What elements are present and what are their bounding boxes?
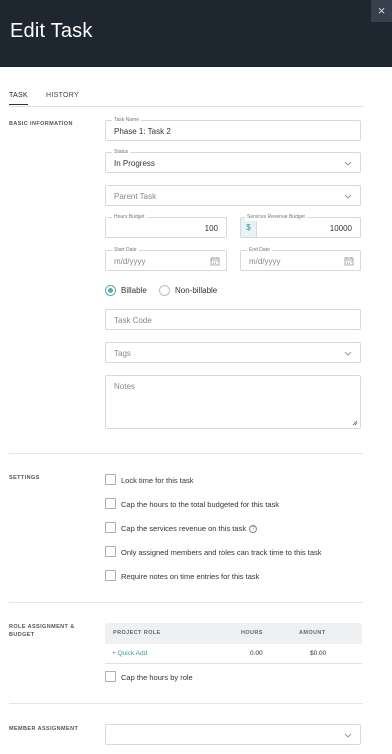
tab-bar: TASK HISTORY <box>9 92 363 107</box>
lock-time-checkbox[interactable] <box>105 474 116 485</box>
start-date-field[interactable]: Start Date m/d/yyyy <box>105 247 227 271</box>
chevron-down-icon <box>344 351 352 356</box>
close-icon[interactable]: × <box>378 3 386 18</box>
revenue-budget-label: Services Revenue Budget <box>245 214 307 221</box>
member-assignment-select[interactable] <box>105 724 361 745</box>
cap-hours-by-role-checkbox[interactable] <box>105 671 116 682</box>
col-amount: AMOUNT <box>299 630 326 636</box>
notes-placeholder: Notes <box>114 382 135 391</box>
assigned-only-label[interactable]: Only assigned members and roles can trac… <box>121 548 322 557</box>
revenue-budget-value[interactable]: 10000 <box>330 224 352 233</box>
start-date-placeholder: m/d/yyyy <box>114 257 146 266</box>
modal-header: Edit Task × <box>0 0 392 67</box>
calendar-icon[interactable] <box>210 256 220 266</box>
cap-hours-by-role-label[interactable]: Cap the hours by role <box>121 673 193 682</box>
status-select[interactable]: Status In Progress <box>105 149 361 173</box>
section-role-assignment: ROLE ASSIGNMENT & BUDGET <box>9 624 75 638</box>
divider <box>9 602 363 603</box>
status-value: In Progress <box>114 159 155 168</box>
cap-revenue-checkbox[interactable] <box>105 522 116 533</box>
calendar-icon[interactable] <box>344 256 354 266</box>
divider <box>9 703 363 704</box>
task-code-input[interactable]: Task Code <box>105 309 361 330</box>
page-title: Edit Task <box>10 20 93 42</box>
section-basic-information: BASIC INFORMATION <box>9 121 73 127</box>
tags-placeholder: Tags <box>114 349 131 358</box>
row-hours: 0.00 <box>250 650 263 657</box>
task-name-field[interactable]: Task Name Phase 1: Task 2 <box>105 117 361 141</box>
task-name-label: Task Name <box>112 117 142 124</box>
section-settings: SETTINGS <box>9 475 40 481</box>
close-button[interactable]: × <box>371 0 392 22</box>
status-label: Status <box>112 149 131 156</box>
tab-task[interactable]: TASK <box>9 92 28 105</box>
cap-hours-label[interactable]: Cap the hours to the total budgeted for … <box>121 500 279 509</box>
row-amount: $0.00 <box>310 650 327 657</box>
quick-add-link[interactable]: + Quick Add <box>112 650 147 657</box>
end-date-field[interactable]: End Date m/d/yyyy <box>240 247 361 271</box>
revenue-budget-field[interactable]: $ Services Revenue Budget 10000 <box>240 214 361 238</box>
notes-textarea[interactable]: Notes <box>105 375 361 429</box>
table-row: + Quick Add 0.00 $0.00 <box>105 645 362 664</box>
cap-revenue-label[interactable]: Cap the services revenue on this task <box>121 524 246 533</box>
col-hours: HOURS <box>241 630 263 636</box>
resize-handle-icon[interactable] <box>352 420 358 426</box>
divider <box>9 453 363 454</box>
chevron-down-icon <box>344 194 352 199</box>
task-name-value[interactable]: Phase 1: Task 2 <box>114 127 171 136</box>
hours-budget-value[interactable]: 100 <box>205 224 218 233</box>
non-billable-radio[interactable] <box>159 285 170 296</box>
end-date-placeholder: m/d/yyyy <box>249 257 281 266</box>
end-date-label: End Date <box>247 247 272 254</box>
assigned-only-checkbox[interactable] <box>105 546 116 557</box>
cap-revenue-text[interactable]: Cap the services revenue on this task? <box>121 524 258 534</box>
parent-task-select[interactable]: Parent Task <box>105 185 361 206</box>
hours-budget-label: Hours Budget <box>112 214 147 221</box>
tab-history[interactable]: HISTORY <box>46 92 79 99</box>
billable-label[interactable]: Billable <box>121 286 147 295</box>
task-code-placeholder: Task Code <box>114 316 152 325</box>
require-notes-label[interactable]: Require notes on time entries for this t… <box>121 572 259 581</box>
col-project-role: PROJECT ROLE <box>113 630 161 636</box>
billable-radio[interactable] <box>105 285 116 296</box>
chevron-down-icon <box>344 161 352 166</box>
parent-task-placeholder: Parent Task <box>114 192 157 201</box>
help-icon[interactable]: ? <box>249 525 258 534</box>
start-date-label: Start Date <box>112 247 139 254</box>
role-table-header: PROJECT ROLE HOURS AMOUNT <box>105 623 362 644</box>
hours-budget-field[interactable]: Hours Budget 100 <box>105 214 227 238</box>
require-notes-checkbox[interactable] <box>105 570 116 581</box>
tags-select[interactable]: Tags <box>105 342 361 363</box>
non-billable-label[interactable]: Non-billable <box>175 286 217 295</box>
section-member-assignment: MEMBER ASSIGNMENT <box>9 726 79 732</box>
chevron-down-icon <box>344 733 352 738</box>
lock-time-label[interactable]: Lock time for this task <box>121 476 194 485</box>
cap-hours-checkbox[interactable] <box>105 498 116 509</box>
